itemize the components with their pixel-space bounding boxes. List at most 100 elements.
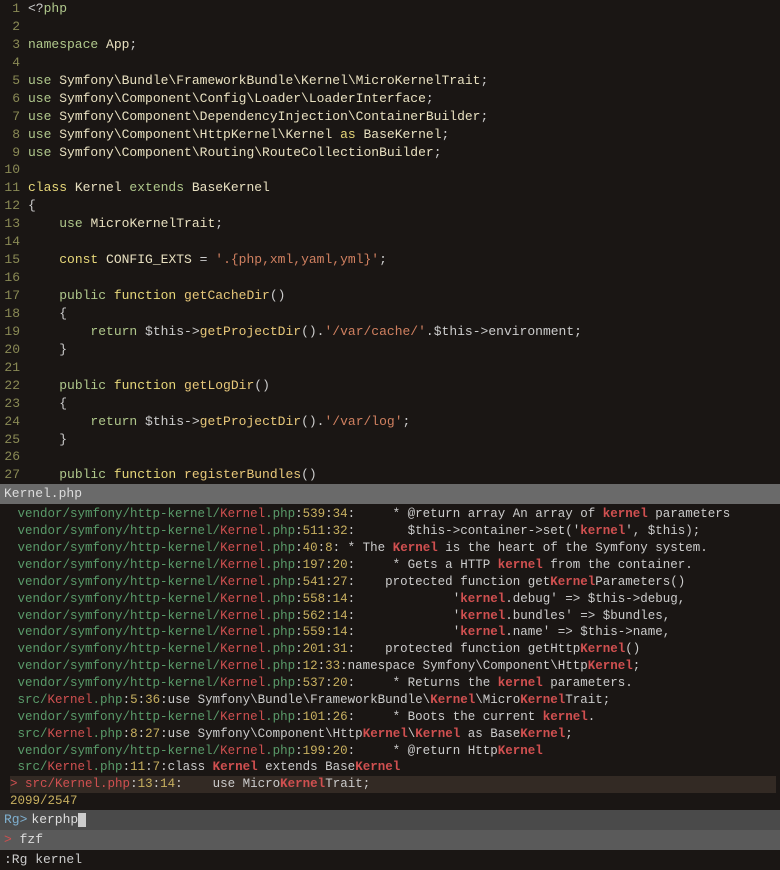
- code-content[interactable]: public function getLogDir(): [28, 377, 270, 395]
- code-content[interactable]: return $this->getProjectDir().'/var/cach…: [28, 323, 582, 341]
- line-number: 6: [0, 90, 28, 108]
- code-content[interactable]: use Symfony\Component\HttpKernel\Kernel …: [28, 126, 449, 144]
- line-number: 18: [0, 305, 28, 323]
- line-number: 23: [0, 395, 28, 413]
- line-number: 10: [0, 161, 28, 179]
- code-content[interactable]: use MicroKernelTrait;: [28, 215, 223, 233]
- code-content[interactable]: return $this->getProjectDir().'/var/log'…: [28, 413, 410, 431]
- line-number: 9: [0, 144, 28, 162]
- result-counter: 2099/2547: [0, 793, 780, 810]
- search-result-row[interactable]: vendor/symfony/http-kernel/Kernel.php:51…: [10, 523, 776, 540]
- code-line[interactable]: 21: [0, 359, 780, 377]
- rg-prompt-label: Rg>: [4, 811, 27, 829]
- code-content[interactable]: use Symfony\Component\Routing\RouteColle…: [28, 144, 442, 162]
- code-line[interactable]: 12{: [0, 197, 780, 215]
- code-content[interactable]: <?php: [28, 0, 67, 18]
- rg-prompt-input[interactable]: kerphp: [31, 811, 78, 829]
- code-line[interactable]: 7use Symfony\Component\DependencyInjecti…: [0, 108, 780, 126]
- line-number: 19: [0, 323, 28, 341]
- search-result-row[interactable]: src/Kernel.php:5:36:use Symfony\Bundle\F…: [10, 692, 776, 709]
- line-number: 15: [0, 251, 28, 269]
- code-content[interactable]: }: [28, 341, 67, 359]
- search-result-row[interactable]: vendor/symfony/http-kernel/Kernel.php:55…: [10, 624, 776, 641]
- line-number: 1: [0, 0, 28, 18]
- search-result-selected[interactable]: > src/Kernel.php:13:14: use MicroKernelT…: [10, 776, 776, 793]
- rg-prompt-bar[interactable]: Rg> kerphp: [0, 810, 780, 830]
- line-number: 16: [0, 269, 28, 287]
- search-result-row[interactable]: vendor/symfony/http-kernel/Kernel.php:10…: [10, 709, 776, 726]
- search-result-row[interactable]: vendor/symfony/http-kernel/Kernel.php:20…: [10, 641, 776, 658]
- code-line[interactable]: 2: [0, 18, 780, 36]
- search-result-row[interactable]: vendor/symfony/http-kernel/Kernel.php:19…: [10, 743, 776, 760]
- code-line[interactable]: 24 return $this->getProjectDir().'/var/l…: [0, 413, 780, 431]
- line-number: 17: [0, 287, 28, 305]
- code-line[interactable]: 14: [0, 233, 780, 251]
- code-content[interactable]: public function getCacheDir(): [28, 287, 285, 305]
- line-number: 14: [0, 233, 28, 251]
- code-content[interactable]: }: [28, 431, 67, 449]
- code-content[interactable]: namespace App;: [28, 36, 137, 54]
- line-number: 20: [0, 341, 28, 359]
- code-content[interactable]: const CONFIG_EXTS = '.{php,xml,yaml,yml}…: [28, 251, 387, 269]
- code-line[interactable]: 19 return $this->getProjectDir().'/var/c…: [0, 323, 780, 341]
- search-result-row[interactable]: vendor/symfony/http-kernel/Kernel.php:53…: [10, 506, 776, 523]
- search-result-row[interactable]: vendor/symfony/http-kernel/Kernel.php:53…: [10, 675, 776, 692]
- fzf-bar: > fzf: [0, 830, 780, 850]
- code-line[interactable]: 9use Symfony\Component\Routing\RouteColl…: [0, 144, 780, 162]
- line-number: 25: [0, 431, 28, 449]
- code-line[interactable]: 6use Symfony\Component\Config\Loader\Loa…: [0, 90, 780, 108]
- code-content[interactable]: class Kernel extends BaseKernel: [28, 179, 270, 197]
- code-line[interactable]: 8use Symfony\Component\HttpKernel\Kernel…: [0, 126, 780, 144]
- line-number: 26: [0, 448, 28, 466]
- search-result-row[interactable]: vendor/symfony/http-kernel/Kernel.php:55…: [10, 591, 776, 608]
- code-line[interactable]: 16: [0, 269, 780, 287]
- line-number: 4: [0, 54, 28, 72]
- code-content[interactable]: {: [28, 197, 36, 215]
- search-result-row[interactable]: vendor/symfony/http-kernel/Kernel.php:54…: [10, 574, 776, 591]
- search-result-row[interactable]: vendor/symfony/http-kernel/Kernel.php:12…: [10, 658, 776, 675]
- code-line[interactable]: 10: [0, 161, 780, 179]
- line-number: 11: [0, 179, 28, 197]
- search-results-panel[interactable]: vendor/symfony/http-kernel/Kernel.php:53…: [0, 504, 780, 793]
- command-line[interactable]: :Rg kernel: [0, 850, 780, 870]
- line-number: 7: [0, 108, 28, 126]
- code-line[interactable]: 22 public function getLogDir(): [0, 377, 780, 395]
- code-line[interactable]: 18 {: [0, 305, 780, 323]
- code-line[interactable]: 20 }: [0, 341, 780, 359]
- code-content[interactable]: {: [28, 305, 67, 323]
- code-line[interactable]: 11class Kernel extends BaseKernel: [0, 179, 780, 197]
- code-content[interactable]: {: [28, 395, 67, 413]
- code-line[interactable]: 25 }: [0, 431, 780, 449]
- search-result-row[interactable]: vendor/symfony/http-kernel/Kernel.php:19…: [10, 557, 776, 574]
- line-number: 2: [0, 18, 28, 36]
- search-result-row[interactable]: vendor/symfony/http-kernel/Kernel.php:40…: [10, 540, 776, 557]
- line-number: 27: [0, 466, 28, 484]
- code-content[interactable]: use Symfony\Component\Config\Loader\Load…: [28, 90, 434, 108]
- code-content[interactable]: public function registerBundles(): [28, 466, 317, 484]
- line-number: 22: [0, 377, 28, 395]
- fzf-marker: >: [4, 832, 12, 847]
- line-number: 5: [0, 72, 28, 90]
- code-line[interactable]: 17 public function getCacheDir(): [0, 287, 780, 305]
- line-number: 13: [0, 215, 28, 233]
- line-number: 24: [0, 413, 28, 431]
- code-line[interactable]: 3namespace App;: [0, 36, 780, 54]
- code-line[interactable]: 15 const CONFIG_EXTS = '.{php,xml,yaml,y…: [0, 251, 780, 269]
- code-line[interactable]: 4: [0, 54, 780, 72]
- line-number: 8: [0, 126, 28, 144]
- code-content[interactable]: use Symfony\Bundle\FrameworkBundle\Kerne…: [28, 72, 488, 90]
- search-result-row[interactable]: vendor/symfony/http-kernel/Kernel.php:56…: [10, 608, 776, 625]
- code-line[interactable]: 26: [0, 448, 780, 466]
- code-line[interactable]: 23 {: [0, 395, 780, 413]
- code-editor[interactable]: 1<?php23namespace App;45use Symfony\Bund…: [0, 0, 780, 484]
- search-result-row[interactable]: src/Kernel.php:11:7:class Kernel extends…: [10, 759, 776, 776]
- code-content[interactable]: use Symfony\Component\DependencyInjectio…: [28, 108, 488, 126]
- line-number: 12: [0, 197, 28, 215]
- text-cursor: [78, 813, 86, 827]
- code-line[interactable]: 5use Symfony\Bundle\FrameworkBundle\Kern…: [0, 72, 780, 90]
- search-result-row[interactable]: src/Kernel.php:8:27:use Symfony\Componen…: [10, 726, 776, 743]
- file-name-bar: Kernel.php: [0, 484, 780, 504]
- code-line[interactable]: 27 public function registerBundles(): [0, 466, 780, 484]
- code-line[interactable]: 13 use MicroKernelTrait;: [0, 215, 780, 233]
- code-line[interactable]: 1<?php: [0, 0, 780, 18]
